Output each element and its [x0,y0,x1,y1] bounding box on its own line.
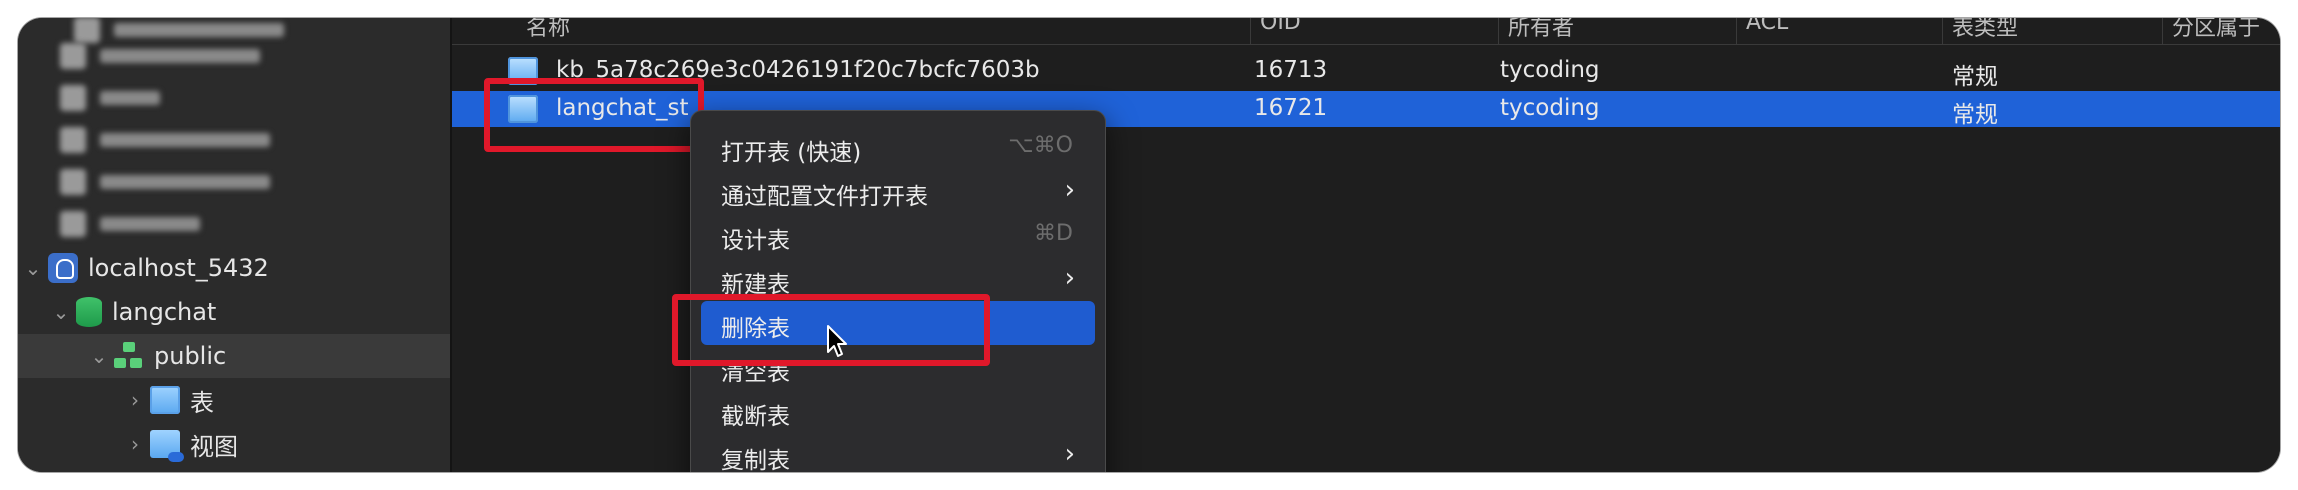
table-oid: 16721 [1254,95,1328,121]
sidebar-item-database[interactable]: ⌄ langchat [18,290,450,334]
chevron-right-icon[interactable]: › [120,432,150,456]
sidebar-item-tables[interactable]: › 表 [18,378,450,422]
chevron-down-icon[interactable]: ⌄ [18,256,48,280]
chevron-down-icon[interactable]: ⌄ [84,344,114,368]
sidebar-item-blurred[interactable] [18,160,450,204]
table-row[interactable]: kb_5a78c269e3c0426191f20c7bcfc7603b 1671… [452,53,2280,90]
context-menu: 打开表 (快速) ⌥⌘O 通过配置文件打开表 › 设计表 ⌘D 新建表 › 删除… [690,110,1106,472]
chevron-right-icon: › [1064,175,1075,205]
column-header-partition-of[interactable]: 分区属于 [2172,18,2260,42]
table-owner: tycoding [1500,95,1600,121]
sidebar-item-blurred[interactable] [18,202,450,246]
sidebar-item-blurred[interactable] [18,34,450,78]
table-header: 名称 OID 所有者 ACL 表类型 分区属于 [452,18,2280,45]
sidebar: ⌄ localhost_5432 ⌄ langchat ⌄ public › 表 [18,18,452,472]
column-header-table-type[interactable]: 表类型 [1952,18,2018,42]
table-oid: 16713 [1254,57,1328,83]
sidebar-item-schema[interactable]: ⌄ public [18,334,450,378]
table-icon [150,386,180,414]
menu-item-open-table-quick[interactable]: 打开表 (快速) ⌥⌘O [701,125,1095,169]
chevron-right-icon[interactable]: › [120,388,150,412]
view-icon [150,430,184,462]
sidebar-item-label: 表 [190,388,214,417]
shortcut-label: ⌘D [1034,221,1073,246]
column-header-acl[interactable]: ACL [1746,18,1788,35]
sidebar-item-blurred[interactable] [18,76,450,120]
highlight-box [484,78,704,152]
mouse-cursor-icon [827,325,847,357]
sidebar-item-label: langchat [112,298,217,326]
column-header-oid[interactable]: OID [1260,18,1301,35]
chevron-down-icon[interactable]: ⌄ [46,300,76,324]
sidebar-item-views[interactable]: › 视图 [18,422,450,466]
column-header-name[interactable]: 名称 [526,18,570,42]
postgresql-icon [48,253,78,283]
sidebar-item-blurred[interactable] [18,118,450,162]
menu-item-truncate-table[interactable]: 截断表 [701,389,1095,433]
sidebar-item-connection[interactable]: ⌄ localhost_5432 [18,246,450,290]
app-window: ⌄ localhost_5432 ⌄ langchat ⌄ public › 表 [18,18,2280,472]
chevron-right-icon: › [1064,263,1075,293]
table-type: 常规 [1952,102,1998,128]
menu-item-duplicate-table[interactable]: 复制表 › [701,433,1095,472]
database-icon [76,297,102,327]
shortcut-label: ⌥⌘O [1008,133,1073,158]
schema-icon [114,342,144,370]
table-type: 常规 [1952,64,1998,90]
sidebar-item-label: localhost_5432 [88,254,269,282]
table-owner: tycoding [1500,57,1600,83]
menu-item-open-with-profile[interactable]: 通过配置文件打开表 › [701,169,1095,213]
menu-item-design-table[interactable]: 设计表 ⌘D [701,213,1095,257]
column-header-owner[interactable]: 所有者 [1508,18,1574,42]
sidebar-item-label: public [154,342,227,370]
chevron-right-icon: › [1064,439,1075,469]
sidebar-item-label: 视图 [190,432,238,461]
